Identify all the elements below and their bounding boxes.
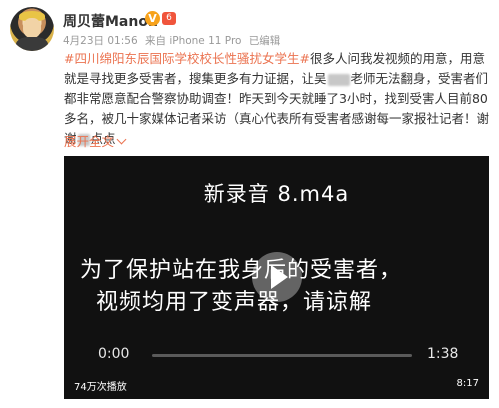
- expand-label: 展开全文: [64, 134, 115, 149]
- time-total: 1:38: [427, 346, 459, 362]
- video-filename: 新录音 8.m4a: [203, 182, 350, 206]
- post-source: 来自 iPhone 11 Pro: [144, 35, 242, 47]
- redacted-name: [327, 73, 350, 86]
- post-edited[interactable]: 已编辑: [249, 35, 281, 47]
- post-date[interactable]: 4月23日 01:56: [63, 35, 138, 47]
- chevron-down-icon: [116, 134, 127, 145]
- avatar-shirt: [16, 37, 48, 51]
- level-badge-icon: 6: [162, 12, 176, 25]
- verified-badge-icon: V: [145, 11, 160, 26]
- progress-bar[interactable]: [152, 354, 412, 357]
- video-duration: 8:17: [456, 378, 479, 389]
- username[interactable]: 周贝蕾Manon: [63, 11, 158, 31]
- avatar-face: [23, 18, 41, 38]
- post-text: #四川绵阳东辰国际学校校长性骚扰女学生#很多人问我发视频的用意，用意就是寻找更多…: [64, 49, 494, 149]
- post-meta: 4月23日 01:56 来自 iPhone 11 Pro 已编辑: [63, 33, 284, 48]
- play-icon[interactable]: [252, 252, 302, 302]
- video-notice-line2: 视频均用了变声器，请谅解: [96, 290, 373, 315]
- avatar[interactable]: [10, 7, 54, 51]
- play-count: 74万次播放: [74, 382, 127, 393]
- video-player[interactable]: 新录音 8.m4a 为了保护站在我身后的受害者， 视频均用了变声器，请谅解 0:…: [64, 156, 489, 399]
- expand-full-text-link[interactable]: 展开全文: [64, 131, 127, 150]
- time-current: 0:00: [98, 346, 130, 362]
- video-notice-line1: 为了保护站在我身后的受害者，: [80, 258, 403, 283]
- hashtag-link[interactable]: #四川绵阳东辰国际学校校长性骚扰女学生#: [64, 51, 310, 66]
